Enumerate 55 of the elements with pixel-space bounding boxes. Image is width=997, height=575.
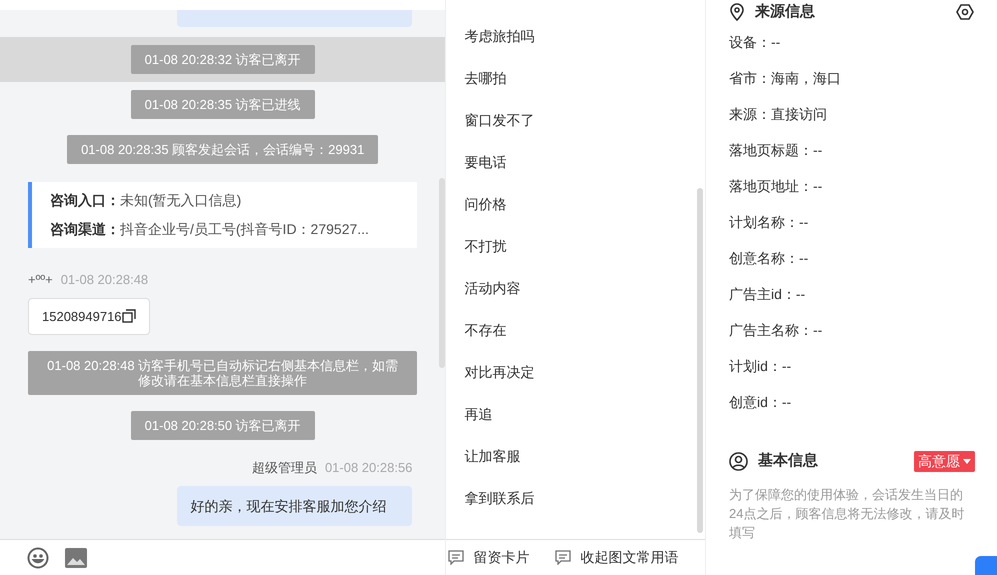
phrase-item[interactable]: 对比再决定	[464, 362, 687, 383]
system-notice: 01-08 20:28:48 访客手机号已自动标记右侧基本信息栏，如需修改请在基本信息栏直接操作	[28, 351, 418, 395]
agent-name: 超级管理员	[252, 459, 317, 477]
inquiry-label: 咨询入口：	[50, 191, 120, 210]
source-field: 广告主名称：--	[729, 320, 974, 341]
image-icon[interactable]	[65, 548, 87, 568]
section-title: 基本信息	[758, 451, 818, 471]
phrase-item[interactable]: 窗口发不了	[464, 110, 687, 131]
message-time: 01-08 20:28:48	[60, 271, 148, 289]
phrase-item[interactable]: 去哪拍	[464, 68, 687, 89]
message-bubble: 好的亲，现在安排客服加您介绍	[177, 486, 412, 526]
caret-icon	[963, 458, 971, 464]
system-notice: 01-08 20:28:35 访客已进线	[130, 90, 315, 119]
source-field: 落地页标题：--	[729, 140, 974, 161]
system-notice: 01-08 20:28:50 访客已离开	[130, 411, 315, 440]
settings-icon[interactable]	[956, 4, 974, 20]
phrase-item[interactable]: 让加客服	[464, 446, 687, 467]
toolbar-button[interactable]: 收起图文常用语	[555, 547, 678, 568]
emoji-icon[interactable]	[27, 546, 49, 568]
source-field: 来源：直接访问	[729, 104, 974, 125]
notice-text: 为了保障您的使用体验，会话发生当日的24点之后，顾客信息将无法修改，请及时填写	[729, 486, 966, 542]
system-notice: 01-08 20:28:32 访客已离开	[130, 45, 315, 74]
source-field: 创意名称：--	[729, 248, 974, 269]
visitor-name: +ºº+	[28, 271, 53, 289]
phrase-item[interactable]: 不存在	[464, 320, 687, 341]
inquiry-value: 抖音企业号/员工号(抖音号ID：279527...	[120, 220, 369, 239]
source-field: 计划名称：--	[729, 212, 974, 233]
message-icon	[448, 550, 464, 565]
toolbar-button[interactable]: 留资卡片	[448, 547, 530, 568]
source-field: 创意id：--	[729, 392, 974, 413]
phrase-item[interactable]: 问价格	[464, 194, 687, 215]
message-icon	[555, 550, 572, 565]
copy-icon[interactable]	[122, 309, 136, 324]
intent-dropdown[interactable]: 高意愿	[914, 450, 975, 472]
phrase-item[interactable]: 不打扰	[464, 236, 687, 257]
source-field: 设备：--	[729, 32, 974, 53]
location-pin-icon	[729, 3, 745, 21]
inquiry-label: 咨询渠道：	[50, 220, 120, 239]
source-field: 省市：海南，海口	[729, 68, 974, 89]
user-icon	[729, 452, 748, 471]
phrase-item[interactable]: 再追	[464, 404, 687, 425]
source-field: 广告主id：--	[729, 284, 974, 305]
message-time: 01-08 20:28:56	[324, 459, 412, 477]
system-notice: 01-08 20:28:35 顾客发起会话，会话编号：29931	[67, 135, 378, 164]
phrase-item[interactable]: 活动内容	[464, 278, 687, 299]
scrollbar[interactable]	[697, 188, 703, 533]
phone-number: 15208949716	[42, 308, 122, 326]
scrollbar[interactable]	[439, 178, 446, 368]
phrase-item[interactable]: 拿到联系后	[464, 488, 687, 509]
inquiry-value: 未知(暂无入口信息)	[120, 191, 242, 210]
phrase-item[interactable]: 要电话	[464, 152, 687, 173]
source-field: 落地页地址：--	[729, 176, 974, 197]
section-title: 来源信息	[755, 2, 815, 22]
source-field: 计划id：--	[729, 356, 974, 377]
phrase-item[interactable]: 考虑旅拍吗	[464, 26, 687, 47]
